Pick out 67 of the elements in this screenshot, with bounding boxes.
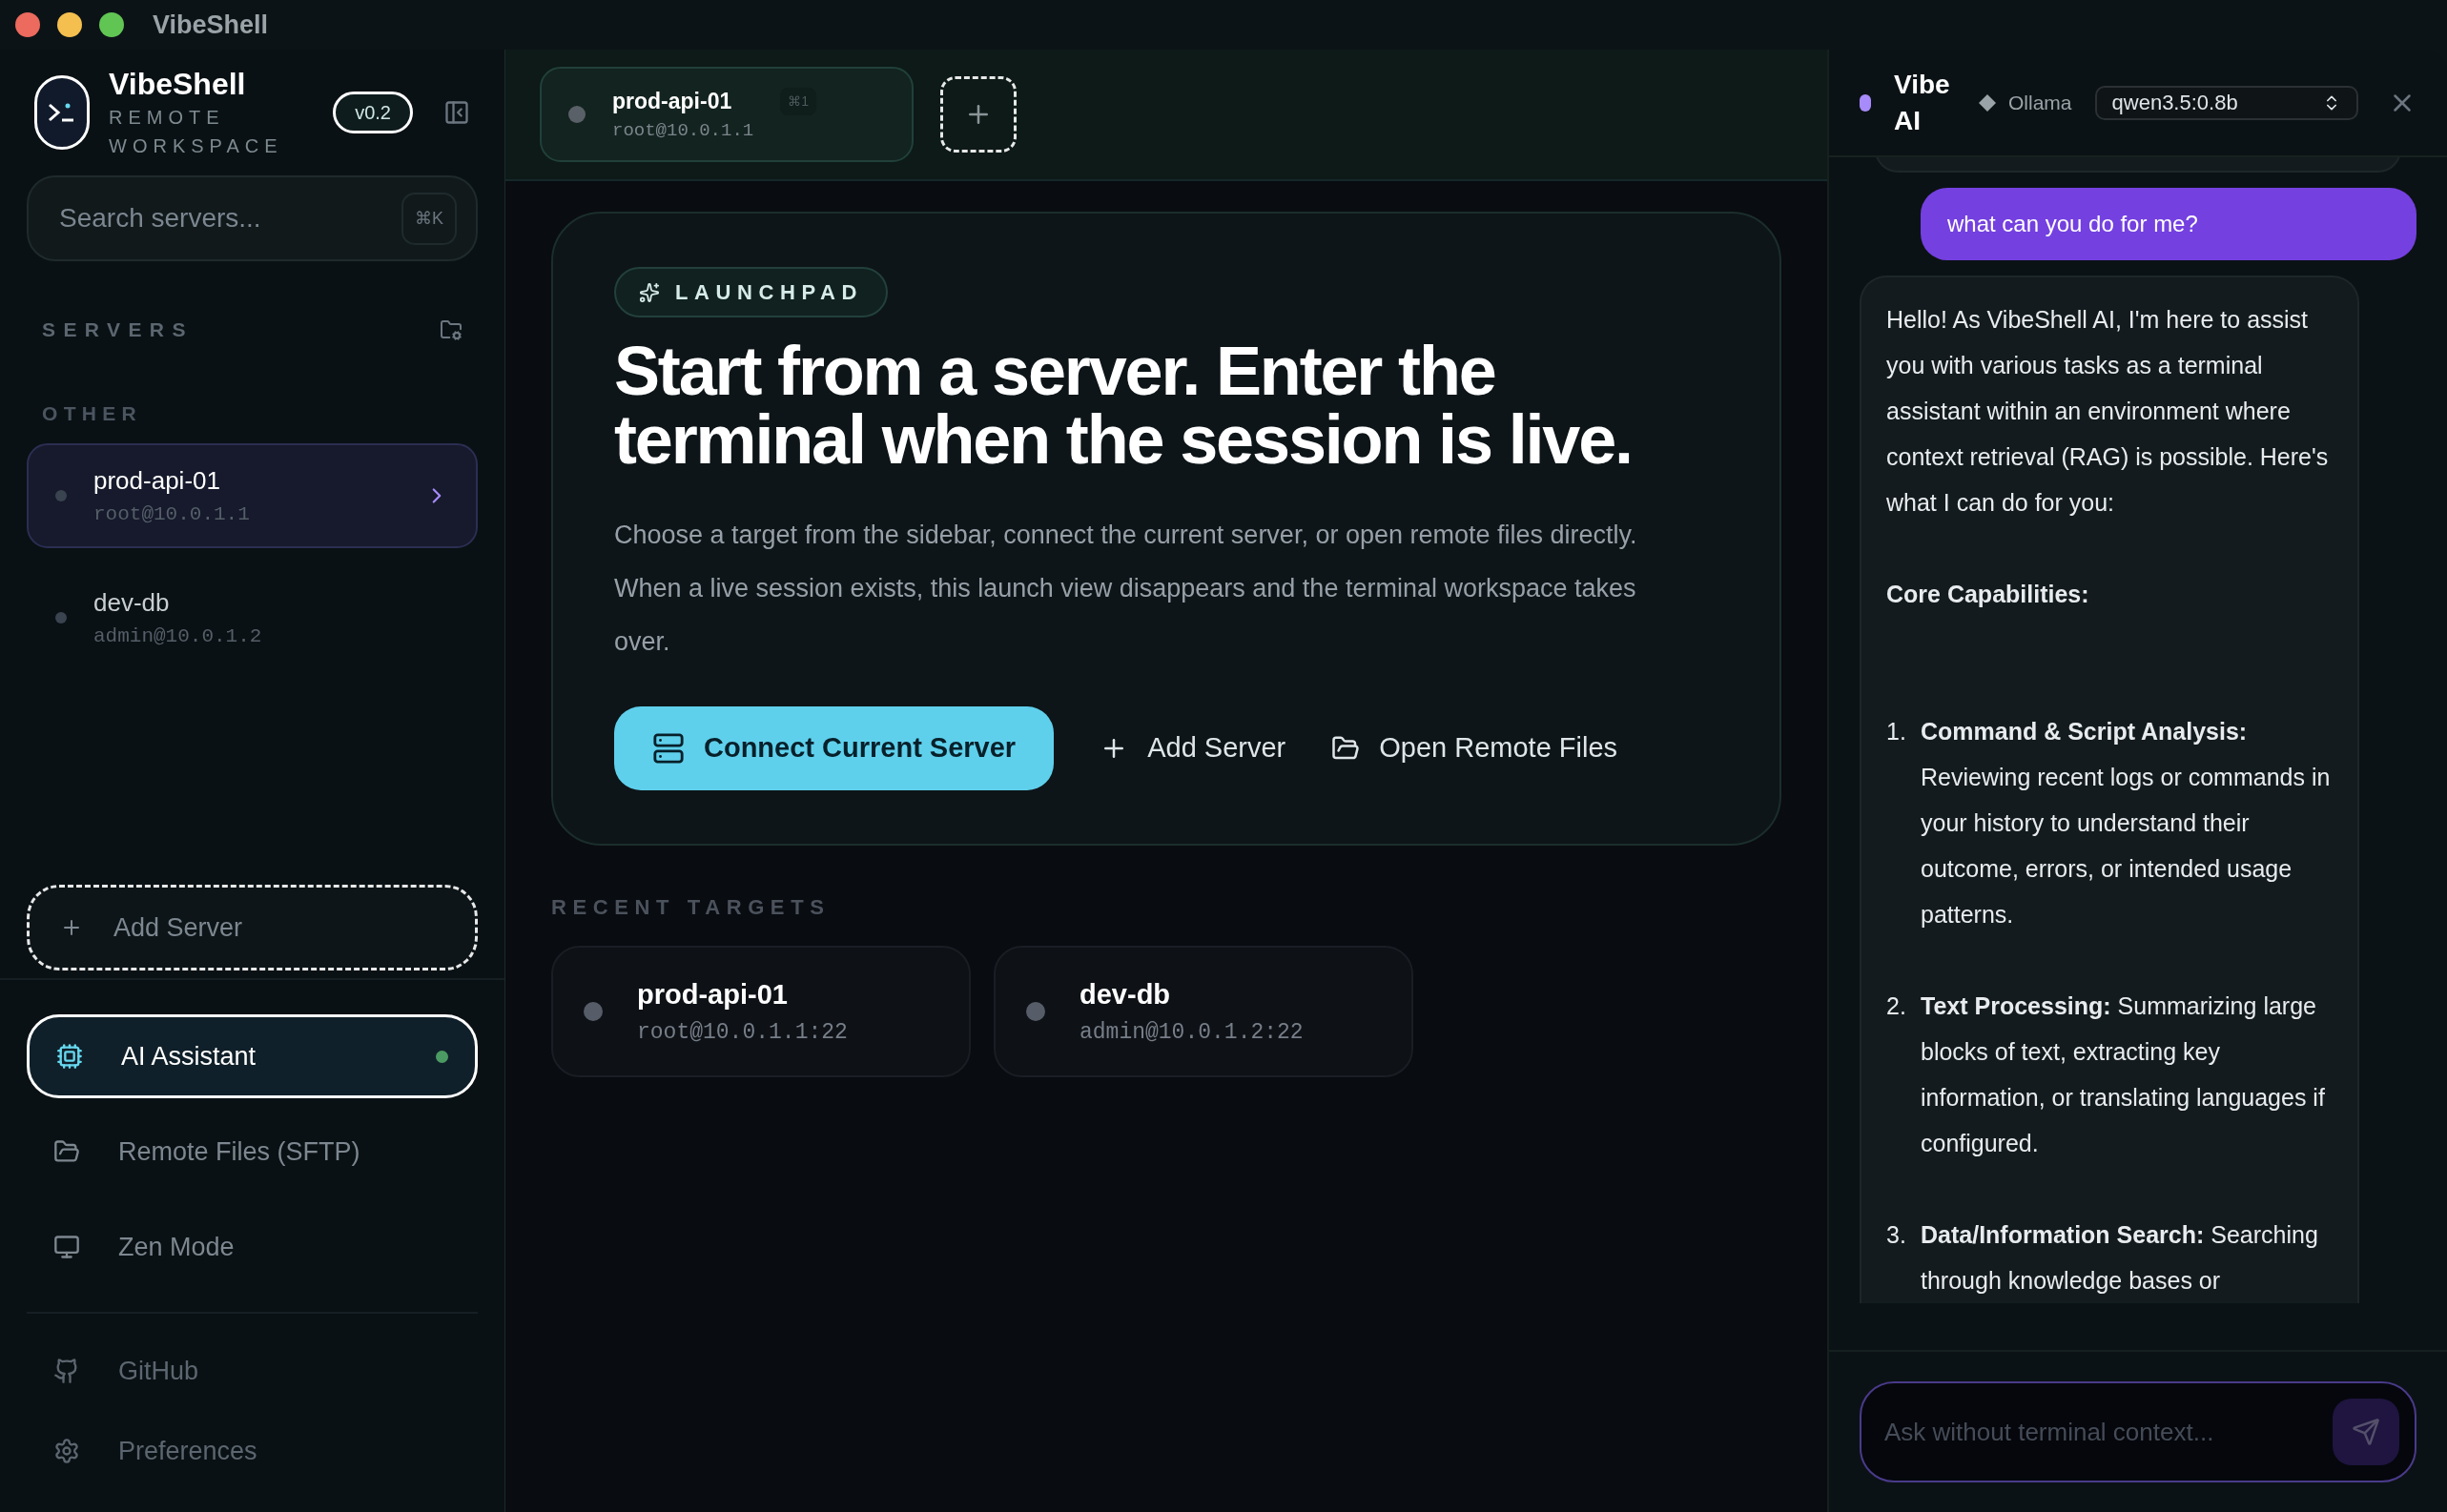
user-message: what can you do for me? [1921, 188, 2416, 260]
search-bar[interactable]: Search servers... ⌘K [27, 175, 478, 261]
send-icon [2352, 1418, 2380, 1446]
app-subtitle: REMOTE WORKSPACE [109, 106, 284, 158]
connect-button[interactable]: Connect Current Server [614, 706, 1055, 790]
monitor-icon [53, 1234, 80, 1260]
nav-item[interactable]: Remote Files (SFTP) [27, 1110, 478, 1194]
server-name: dev-db [93, 586, 171, 619]
action-link[interactable]: Open Remote Files [1331, 727, 1618, 769]
section-label: RECENT TARGETS [551, 894, 832, 921]
search-field[interactable]: Search servers... [59, 198, 401, 238]
list-item-text: Data/Information Search: Searching through knowledge bases or [1921, 1220, 2319, 1296]
message-text: Hello! As VibeShell AI, I'm here to assist you with various tasks as a terminal assistant within an environment where context retrieval (RAG) is possible. Here's what I can do for you: [1886, 305, 2330, 518]
chat-input-bar[interactable]: Ask without terminal context... [1860, 1381, 2416, 1482]
list-item-text: Command & Script Analysis: Reviewing recent logs or commands in your history to understand their outcome, errors, or intended usage patterns. [1921, 717, 2332, 930]
group-label: OTHER [42, 400, 143, 426]
collapse-sidebar-icon[interactable] [443, 99, 470, 126]
server-address: root@10.0.1.1 [93, 501, 250, 527]
sparkles-icon [639, 281, 660, 303]
nav-item[interactable]: Zen Mode [27, 1205, 478, 1289]
server-item[interactable]: dev-db admin@10.0.1.2 [27, 565, 478, 670]
recent-target-card[interactable]: dev-db admin@10.0.1.2:22 [994, 946, 1413, 1077]
nav-label: AI Assistant [121, 1040, 257, 1073]
target-name: prod-api-01 [637, 978, 789, 1011]
list-item-text: Text Processing: Summarizing large blocks of text, extracting key information, or translating languages if configured. [1921, 991, 2326, 1158]
list-number: 1. [1886, 717, 1907, 746]
folder-settings-icon[interactable] [440, 317, 463, 341]
action-link[interactable]: Add Server [1100, 727, 1286, 769]
target-name: dev-db [1080, 978, 1172, 1011]
chip-icon [56, 1043, 83, 1070]
nav-item[interactable]: AI Assistant [27, 1014, 478, 1098]
shortcut-hint: ⌘K [401, 192, 457, 245]
terminal-logo-icon [34, 75, 90, 150]
launchpad-description: Choose a target from the sidebar, connect the current server, or open remote files directly. When a live session exists, this launch view disappears and the terminal workspace takes over. [614, 520, 1638, 658]
shortcut-hint: ⌘1 [780, 88, 817, 115]
send-button[interactable] [2333, 1399, 2399, 1465]
server-name: prod-api-01 [93, 464, 221, 497]
server-icon [652, 732, 685, 765]
section-label: SERVERS [42, 317, 194, 342]
launchpad-badge: LAUNCHPAD [614, 267, 889, 317]
footer-label: Preferences [118, 1435, 257, 1467]
target-address: root@10.0.1.1:22 [637, 1018, 848, 1047]
provider-label: Ollama [2008, 90, 2072, 115]
unknown-diamond-icon [1978, 92, 1997, 112]
settings-icon [53, 1438, 80, 1464]
launchpad-heading: Start from a server. Enter the terminal when the session is live. [614, 337, 1633, 474]
model-select[interactable]: qwen3.5:0.8b [2094, 85, 2358, 120]
footer-label: GitHub [118, 1355, 199, 1387]
nav-label: Remote Files (SFTP) [118, 1135, 360, 1168]
version-badge: v0.2 [333, 92, 413, 133]
list-number: 3. [1886, 1220, 1907, 1250]
message-heading: Core Capabilities: [1886, 580, 2090, 609]
new-tab-button[interactable] [940, 76, 1017, 153]
panel-title: Vibe AI [1894, 68, 1951, 137]
server-address: admin@10.0.1.2 [93, 623, 262, 649]
app-name: VibeShell [109, 66, 247, 103]
tab-name: prod-api-01 [612, 87, 733, 115]
chat-input-field[interactable]: Ask without terminal context... [1884, 1413, 2333, 1451]
list-number: 2. [1886, 991, 1907, 1021]
server-item[interactable]: prod-api-01 root@10.0.1.1 [27, 443, 478, 548]
target-address: admin@10.0.1.2:22 [1080, 1018, 1304, 1047]
window-title: VibeShell [153, 9, 269, 41]
session-tab[interactable]: prod-api-01 root@10.0.1.1 ⌘1 [540, 67, 914, 162]
add-server-button[interactable]: Add Server [27, 885, 478, 971]
nav-label: Zen Mode [118, 1231, 235, 1263]
tab-address: root@10.0.1.1 [612, 119, 754, 143]
recent-target-card[interactable]: prod-api-01 root@10.0.1.1:22 [551, 946, 971, 1077]
